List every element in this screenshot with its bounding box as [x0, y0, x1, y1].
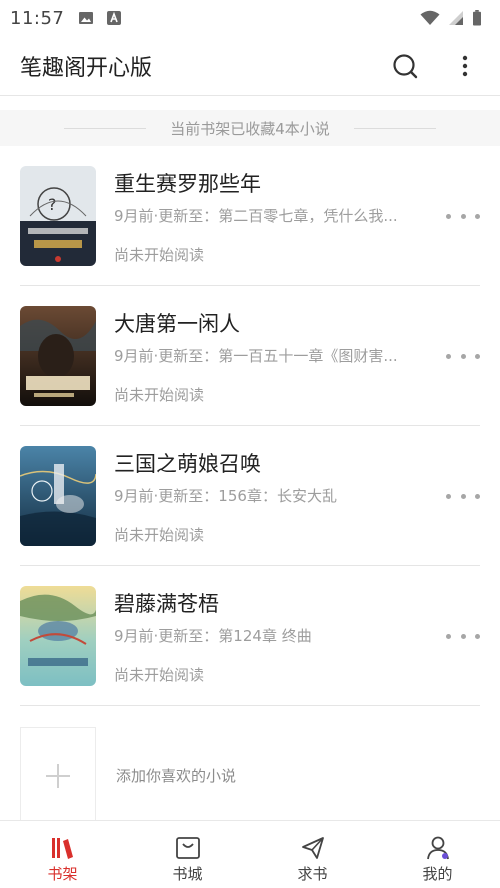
- plus-icon: [46, 763, 70, 788]
- divider: [353, 127, 436, 129]
- app-notification-icon: [107, 11, 122, 25]
- dot: [475, 353, 480, 359]
- status-time: 11:57: [10, 7, 65, 29]
- shelf-count-banner: 当前书架已收藏4本小说: [0, 110, 500, 146]
- dot: [475, 493, 480, 499]
- dot: [446, 633, 451, 639]
- nav-label: 书架: [47, 865, 78, 883]
- book-cover[interactable]: [20, 586, 96, 686]
- divider: [64, 127, 147, 129]
- dot: [460, 633, 466, 639]
- book-reading-progress: 尚未开始阅读: [114, 246, 205, 264]
- book-more-button[interactable]: [446, 628, 480, 644]
- add-novel-row[interactable]: 添加你喜欢的小说: [20, 727, 480, 823]
- dot: [460, 213, 466, 219]
- book-item[interactable]: ? 重生赛罗那些年 9月前·更新至：第二百零七章，凭什么我... 尚未开始阅读: [20, 146, 480, 286]
- user-icon: [426, 836, 449, 860]
- book-reading-progress: 尚未开始阅读: [114, 386, 205, 404]
- signal-icon: [449, 11, 463, 25]
- dot: [475, 633, 480, 639]
- more-vertical-icon: [462, 55, 468, 76]
- bookstore-icon: [175, 837, 200, 859]
- dot: [446, 353, 451, 359]
- svg-text:?: ?: [48, 195, 57, 214]
- book-list: ? 重生赛罗那些年 9月前·更新至：第二百零七章，凭什么我... 尚未开始阅读 …: [0, 146, 500, 706]
- book-item[interactable]: 碧藤满苍梧 9月前·更新至：第124章 终曲 尚未开始阅读: [20, 566, 480, 706]
- book-more-button[interactable]: [446, 208, 480, 224]
- dot: [446, 213, 451, 219]
- send-icon: [301, 837, 324, 859]
- nav-request-book[interactable]: 求书: [250, 821, 375, 888]
- book-title: 大唐第一闲人: [114, 312, 240, 336]
- book-title: 碧藤满苍梧: [114, 592, 219, 616]
- nav-profile[interactable]: 我的: [375, 821, 500, 888]
- nav-label: 我的: [422, 865, 453, 883]
- nav-bookstore[interactable]: 书城: [125, 821, 250, 888]
- book-item[interactable]: 大唐第一闲人 9月前·更新至：第一百五十一章《图财害... 尚未开始阅读: [20, 286, 480, 426]
- book-update-info: 9月前·更新至：第二百零七章，凭什么我...: [114, 207, 398, 225]
- bottom-nav: 书架 书城 求书 我的: [0, 820, 500, 888]
- book-more-button[interactable]: [446, 488, 480, 504]
- book-cover[interactable]: ?: [20, 166, 96, 266]
- dot: [446, 493, 451, 499]
- shelf-count-text: 当前书架已收藏4本小说: [170, 119, 330, 138]
- book-update-info: 9月前·更新至：156章：长安大乱: [114, 487, 337, 505]
- dot: [460, 493, 466, 499]
- book-cover[interactable]: [20, 446, 96, 546]
- nav-bookshelf[interactable]: 书架: [0, 821, 125, 888]
- book-title: 重生赛罗那些年: [114, 172, 261, 196]
- app-title: 笔趣阁开心版: [20, 55, 153, 81]
- nav-label: 书城: [172, 865, 203, 883]
- battery-icon: [473, 10, 481, 26]
- app-bar: 笔趣阁开心版: [0, 36, 500, 96]
- book-more-button[interactable]: [446, 348, 480, 364]
- add-novel-button[interactable]: [20, 727, 96, 823]
- dot: [475, 213, 480, 219]
- book-reading-progress: 尚未开始阅读: [114, 666, 205, 684]
- search-button[interactable]: [390, 51, 420, 81]
- book-update-info: 9月前·更新至：第124章 终曲: [114, 627, 312, 645]
- book-cover[interactable]: [20, 306, 96, 406]
- nav-label: 求书: [297, 865, 328, 883]
- more-menu-button[interactable]: [450, 51, 480, 81]
- bookshelf-icon: [51, 838, 73, 859]
- add-novel-label: 添加你喜欢的小说: [116, 767, 237, 785]
- dot: [460, 353, 466, 359]
- book-reading-progress: 尚未开始阅读: [114, 526, 205, 544]
- book-update-info: 9月前·更新至：第一百五十一章《图财害...: [114, 347, 398, 365]
- book-title: 三国之萌娘召唤: [114, 452, 261, 476]
- wifi-icon: [420, 10, 440, 25]
- book-item[interactable]: 三国之萌娘召唤 9月前·更新至：156章：长安大乱 尚未开始阅读: [20, 426, 480, 566]
- search-icon: [393, 53, 418, 78]
- gallery-notification-icon: [79, 12, 94, 24]
- status-bar: 11:57: [0, 0, 500, 36]
